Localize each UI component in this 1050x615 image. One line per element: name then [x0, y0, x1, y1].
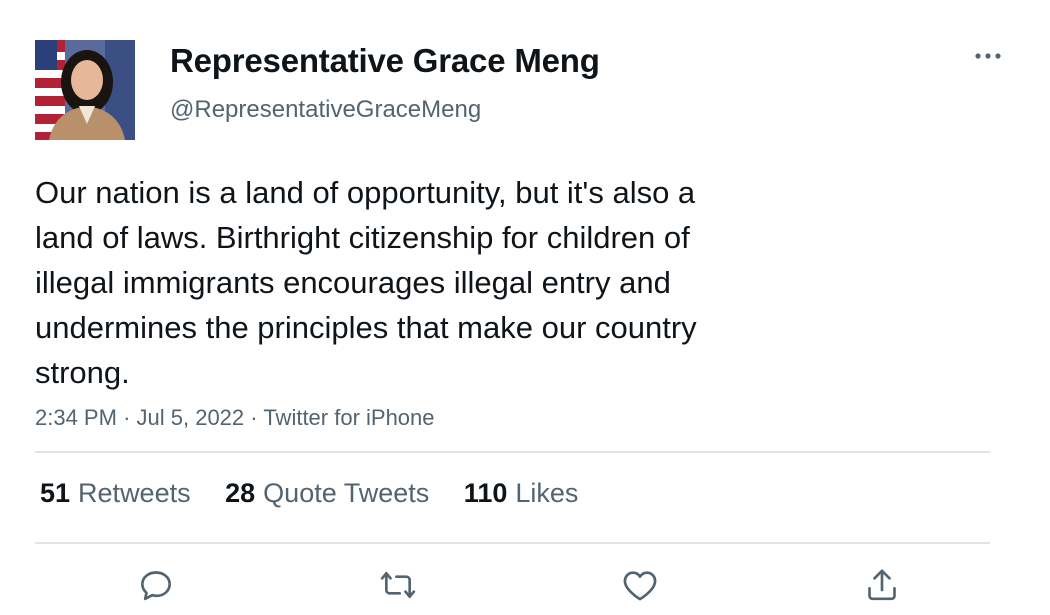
reply-icon	[141, 571, 171, 601]
likes-stat[interactable]: 110 Likes	[464, 478, 579, 509]
engagement-stats: 51 Retweets 28 Quote Tweets 110 Likes	[40, 478, 605, 509]
heart-icon	[623, 571, 657, 601]
share-icon	[868, 569, 896, 601]
likes-count: 110	[463, 478, 508, 508]
retweets-count: 51	[40, 478, 71, 508]
share-button[interactable]	[862, 565, 902, 605]
display-name[interactable]: Representative Grace Meng	[170, 42, 600, 80]
tweet-text: Our nation is a land of opportunity, but…	[35, 175, 697, 390]
user-handle[interactable]: @RepresentativeGraceMeng	[170, 96, 481, 124]
like-button[interactable]	[620, 565, 660, 605]
retweets-stat[interactable]: 51 Retweets	[40, 478, 191, 509]
retweets-label: Retweets	[78, 478, 191, 508]
avatar[interactable]	[35, 40, 135, 140]
more-options-button[interactable]	[968, 42, 1008, 70]
retweet-button[interactable]	[378, 565, 418, 605]
quote-tweets-count: 28	[225, 478, 256, 508]
tweet-metadata: 2:34 PM · Jul 5, 2022 · Twitter for iPho…	[35, 405, 435, 431]
quote-tweets-label: Quote Tweets	[263, 478, 430, 508]
tweet-detail: Representative Grace Meng @Representativ…	[0, 0, 1050, 615]
reply-button[interactable]	[136, 565, 176, 605]
retweet-icon	[380, 572, 416, 598]
quote-tweets-stat[interactable]: 28 Quote Tweets	[225, 478, 429, 509]
meta-separator: ·	[250, 405, 264, 430]
tweet-source[interactable]: Twitter for iPhone	[263, 405, 434, 430]
meta-separator: ·	[123, 405, 137, 430]
likes-label: Likes	[515, 478, 579, 508]
divider	[35, 451, 990, 453]
tweet-date[interactable]: Jul 5, 2022	[137, 405, 245, 430]
tweet-time[interactable]: 2:34 PM	[35, 405, 117, 430]
more-horizontal-icon	[975, 53, 1001, 59]
divider	[35, 542, 990, 544]
